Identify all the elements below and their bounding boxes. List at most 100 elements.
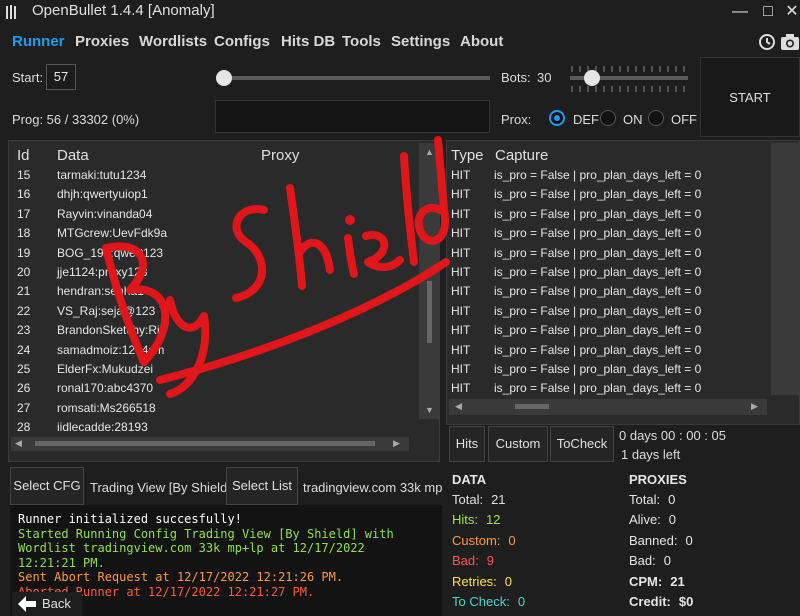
start-slider-track[interactable] — [222, 76, 490, 80]
close-icon[interactable]: ✕ — [778, 0, 800, 24]
data-row-id[interactable]: 17 — [17, 207, 30, 226]
menu-wordlists[interactable]: Wordlists — [139, 33, 207, 50]
data-row-value[interactable]: samadmoiz:1234sm — [57, 343, 164, 362]
capture-row-value[interactable]: is_pro = False | pro_plan_days_left = 0 — [494, 187, 701, 206]
camera-icon[interactable] — [780, 33, 800, 51]
capture-row-type[interactable]: HIT — [451, 168, 470, 187]
data-row-id[interactable]: 15 — [17, 168, 30, 187]
data-grid-vscroll[interactable]: ▲ ▼ — [419, 143, 439, 419]
tab-tocheck[interactable]: ToCheck — [550, 426, 614, 462]
data-row-value[interactable]: Rayvin:vinanda04 — [57, 207, 152, 226]
capture-row-value[interactable]: is_pro = False | pro_plan_days_left = 0 — [494, 323, 701, 342]
capture-row-value[interactable]: is_pro = False | pro_plan_days_left = 0 — [494, 381, 701, 400]
data-row-id[interactable]: 22 — [17, 304, 30, 323]
capture-row-value[interactable]: is_pro = False | pro_plan_days_left = 0 — [494, 207, 701, 226]
log-line: Runner initialized succesfully! — [18, 512, 242, 526]
tab-custom[interactable]: Custom — [488, 426, 548, 462]
scroll-left-icon[interactable]: ◀ — [15, 438, 22, 449]
data-row-id[interactable]: 27 — [17, 401, 30, 420]
data-row-value[interactable]: tarmaki:tutu1234 — [57, 168, 146, 187]
bots-slider-thumb[interactable] — [584, 70, 600, 86]
col-header-data[interactable]: Data — [57, 147, 89, 164]
capture-row-value[interactable]: is_pro = False | pro_plan_days_left = 0 — [494, 265, 701, 284]
capture-row-value[interactable]: is_pro = False | pro_plan_days_left = 0 — [494, 246, 701, 265]
data-stat-label: To Check: — [452, 594, 510, 609]
data-row-id[interactable]: 24 — [17, 343, 30, 362]
menu-tools[interactable]: Tools — [342, 33, 381, 50]
capture-row-type[interactable]: HIT — [451, 381, 470, 400]
data-row-id[interactable]: 26 — [17, 381, 30, 400]
data-row-id[interactable]: 21 — [17, 284, 30, 303]
data-row-id[interactable]: 18 — [17, 226, 30, 245]
data-row-value[interactable]: VS_Raj:seja@123 — [57, 304, 155, 323]
capture-row-type[interactable]: HIT — [451, 362, 470, 381]
data-row-value[interactable]: ElderFx:Mukudzei — [57, 362, 153, 381]
data-row-id[interactable]: 19 — [17, 246, 30, 265]
capture-grid-hscroll-thumb[interactable] — [515, 404, 549, 409]
capture-grid-hscroll[interactable]: ◀ ▶ — [449, 399, 767, 415]
data-grid-hscroll[interactable]: ◀ ▶ — [11, 437, 409, 451]
menu-proxies[interactable]: Proxies — [75, 33, 129, 50]
data-row-id[interactable]: 23 — [17, 323, 30, 342]
capture-grid-vscroll[interactable] — [771, 143, 799, 395]
data-row-id[interactable]: 20 — [17, 265, 30, 284]
capture-row-value[interactable]: is_pro = False | pro_plan_days_left = 0 — [494, 304, 701, 323]
capture-row-type[interactable]: HIT — [451, 226, 470, 245]
col-header-id[interactable]: Id — [17, 147, 30, 164]
data-row-id[interactable]: 25 — [17, 362, 30, 381]
tab-hits[interactable]: Hits — [449, 426, 485, 462]
menu-hits-db[interactable]: Hits DB — [281, 33, 335, 50]
capture-row-type[interactable]: HIT — [451, 304, 470, 323]
capture-row-value[interactable]: is_pro = False | pro_plan_days_left = 0 — [494, 343, 701, 362]
data-row-value[interactable]: hendran:senha1 — [57, 284, 144, 303]
data-row-value[interactable]: MTGcrew:UevFdk9a — [57, 226, 167, 245]
capture-row-type[interactable]: HIT — [451, 323, 470, 342]
data-row-value[interactable]: romsati:Ms266518 — [57, 401, 156, 420]
select-config-button[interactable]: Select CFG — [10, 467, 84, 505]
arrow-left-icon — [18, 596, 36, 612]
scroll-right-icon[interactable]: ▶ — [751, 401, 758, 412]
capture-row-type[interactable]: HIT — [451, 265, 470, 284]
capture-row-type[interactable]: HIT — [451, 187, 470, 206]
scroll-up-icon[interactable]: ▲ — [425, 147, 434, 157]
proxy-off-radio[interactable] — [648, 110, 664, 126]
minimize-icon[interactable]: — — [726, 0, 754, 24]
data-row-value[interactable]: jje1124:proxy123 — [57, 265, 148, 284]
capture-row-value[interactable]: is_pro = False | pro_plan_days_left = 0 — [494, 284, 701, 303]
proxy-stat: CPM: 21 — [629, 574, 685, 589]
start-button[interactable]: START — [700, 57, 800, 137]
start-slider-thumb[interactable] — [216, 70, 232, 86]
data-row-value[interactable]: BrandonSketchy:Ri — [57, 323, 160, 342]
proxy-on-radio[interactable] — [600, 110, 616, 126]
back-button[interactable]: Back — [12, 592, 82, 616]
select-list-button[interactable]: Select List — [226, 467, 298, 505]
capture-row-type[interactable]: HIT — [451, 246, 470, 265]
scroll-left-icon[interactable]: ◀ — [455, 401, 462, 412]
proxy-on-label: ON — [623, 112, 643, 127]
capture-row-value[interactable]: is_pro = False | pro_plan_days_left = 0 — [494, 362, 701, 381]
data-row-value[interactable]: ronal170:abc4370 — [57, 381, 153, 400]
data-grid-vscroll-thumb[interactable] — [427, 281, 432, 343]
capture-row-type[interactable]: HIT — [451, 343, 470, 362]
history-icon[interactable] — [758, 33, 776, 51]
menu-runner[interactable]: Runner — [12, 33, 65, 50]
scroll-right-icon[interactable]: ▶ — [393, 438, 400, 449]
capture-row-value[interactable]: is_pro = False | pro_plan_days_left = 0 — [494, 226, 701, 245]
data-row-id[interactable]: 16 — [17, 187, 30, 206]
window-title: OpenBullet 1.4.4 [Anomaly] — [32, 2, 215, 19]
capture-row-type[interactable]: HIT — [451, 207, 470, 226]
data-row-value[interactable]: dhjh:qwertyuiop1 — [57, 187, 148, 206]
scroll-down-icon[interactable]: ▼ — [425, 405, 434, 415]
start-index-input[interactable]: 57 — [46, 64, 76, 90]
data-row-value[interactable]: BOG_191:qwert123 — [57, 246, 163, 265]
col-header-type[interactable]: Type — [451, 147, 484, 164]
menu-about[interactable]: About — [460, 33, 503, 50]
col-header-proxy[interactable]: Proxy — [261, 147, 299, 164]
menu-configs[interactable]: Configs — [214, 33, 270, 50]
proxy-def-radio[interactable] — [549, 110, 565, 126]
col-header-capture[interactable]: Capture — [495, 147, 548, 164]
capture-row-type[interactable]: HIT — [451, 284, 470, 303]
menu-settings[interactable]: Settings — [391, 33, 450, 50]
data-grid-hscroll-thumb[interactable] — [35, 441, 375, 446]
capture-row-value[interactable]: is_pro = False | pro_plan_days_left = 0 — [494, 168, 701, 187]
